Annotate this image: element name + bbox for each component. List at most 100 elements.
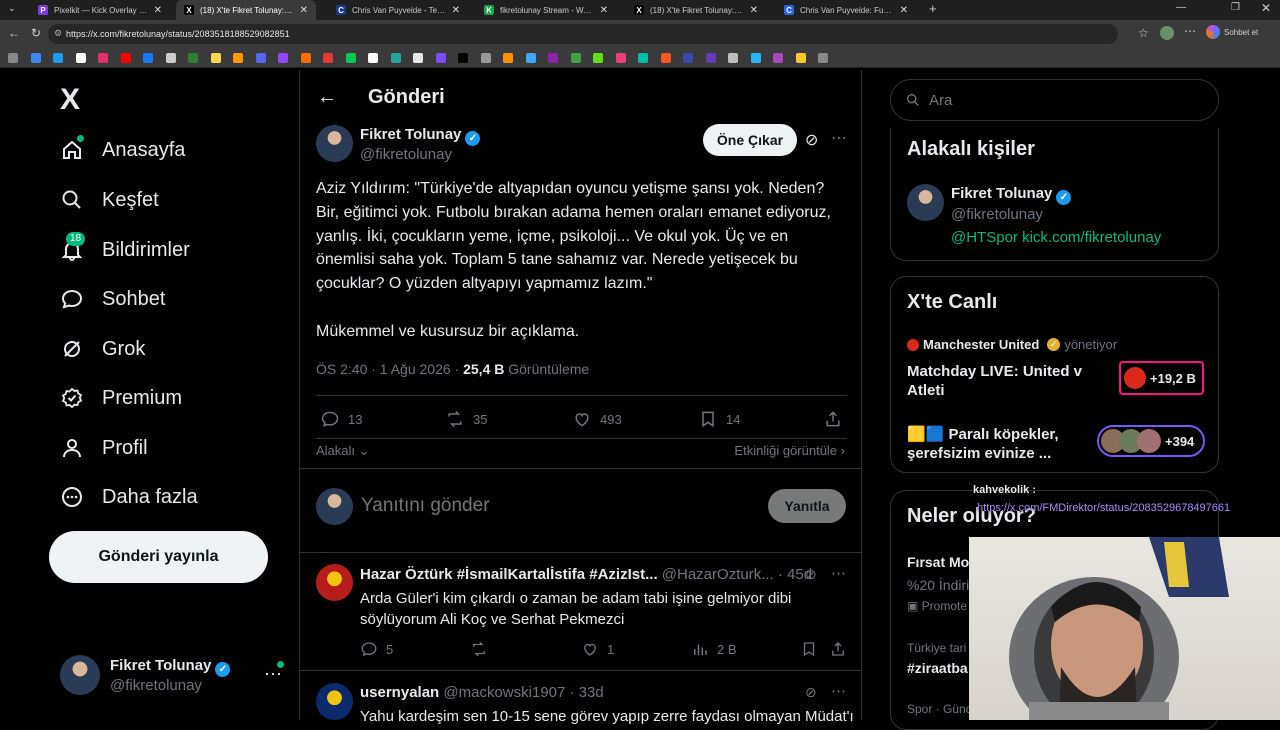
reply-time[interactable]: · 33d (570, 684, 604, 701)
author-avatar[interactable] (316, 125, 353, 162)
nav-item-premium[interactable]: Premium (60, 386, 182, 410)
bookmark-star-icon[interactable]: ☆ (1138, 26, 1149, 40)
nav-item-profile[interactable]: Profil (60, 436, 148, 460)
bookmark-favicon-icon[interactable] (368, 53, 378, 63)
reply-handle[interactable]: @HazarOzturk... (662, 566, 774, 583)
author-handle[interactable]: @fikretolunay (360, 146, 452, 163)
nav-item-notifications[interactable]: 18 Bildirimler (60, 232, 190, 262)
live2-title[interactable]: 🟨🟦 Paralı köpekler, şerefsizim evinize .… (907, 425, 1097, 463)
browser-tab[interactable]: P Pixelkit — Kick Overlay & Bot ✕ (30, 0, 170, 20)
related-name[interactable]: Fikret Tolunay (951, 185, 1052, 202)
bookmark-favicon-icon[interactable] (413, 53, 423, 63)
bookmark-favicon-icon[interactable] (503, 53, 513, 63)
bookmark-favicon-icon[interactable] (75, 53, 86, 63)
nav-item-chat[interactable]: Sohbet (60, 287, 165, 311)
bookmark-action[interactable] (800, 640, 818, 658)
nav-item-grok[interactable]: Grok (60, 337, 145, 361)
bookmark-favicon-icon[interactable] (818, 53, 828, 63)
reply-author[interactable]: usernyalan (360, 684, 439, 701)
grok-icon[interactable]: ⊘ (805, 130, 818, 150)
browser-tab[interactable]: X (18) X'te Fikret Tolunay: "Fenerbahç ✕ (626, 0, 766, 20)
bookmark-favicon-icon[interactable] (458, 53, 468, 63)
bookmark-favicon-icon[interactable] (143, 53, 153, 63)
browser-tab[interactable]: C Chris Van Puyvelde: Futbol Profes ✕ (776, 0, 916, 20)
browser-tab[interactable]: Kfikretolunay Stream - Watch Live o ✕ (476, 0, 616, 20)
maximize-icon[interactable]: ❐ (1231, 2, 1240, 13)
tab-close-icon[interactable]: ✕ (300, 5, 308, 16)
browser-tab[interactable]: X (18) X'te Fikret Tolunay: "Aziz Yıldırı… (176, 0, 316, 20)
bookmark-favicon-icon[interactable] (188, 53, 198, 63)
bookmark-favicon-icon[interactable] (728, 53, 738, 63)
activity-link[interactable]: Etkinliği görüntüle › (734, 443, 845, 458)
bookmark-favicon-icon[interactable] (390, 53, 401, 63)
reply-input[interactable] (361, 491, 741, 521)
bookmark-favicon-icon[interactable] (570, 53, 581, 63)
related-name-row[interactable]: Fikret Tolunay ✓ (951, 185, 1072, 205)
bookmark-favicon-icon[interactable] (435, 53, 446, 63)
share-action[interactable] (823, 409, 843, 429)
share-action[interactable] (829, 640, 847, 658)
bookmark-favicon-icon[interactable] (593, 53, 603, 63)
back-arrow-icon[interactable]: ← (317, 86, 337, 109)
bookmark-favicon-icon[interactable] (233, 53, 243, 63)
account-switcher[interactable]: Fikret Tolunay ✓ @fikretolunay (60, 655, 231, 695)
reply-handle[interactable]: @mackowski1907 (443, 684, 565, 701)
more-options-icon[interactable]: ⋯ (831, 682, 846, 700)
back-icon[interactable]: ← (8, 26, 20, 40)
nav-item-explore[interactable]: Keşfet (60, 188, 159, 212)
profile-avatar-icon[interactable] (1160, 26, 1174, 40)
bookmark-favicon-icon[interactable] (255, 53, 266, 63)
bookmark-favicon-icon[interactable] (773, 53, 783, 63)
bookmark-favicon-icon[interactable] (795, 53, 806, 63)
relevance-dropdown[interactable]: Alakalı ⌄ (316, 443, 370, 459)
bookmark-favicon-icon[interactable] (615, 53, 626, 63)
menu-dots-icon[interactable]: ⋯ (1184, 24, 1196, 38)
bookmark-favicon-icon[interactable] (120, 53, 131, 63)
tab-close-icon[interactable]: ✕ (900, 5, 908, 16)
reply-button[interactable]: Yanıtla (768, 489, 846, 523)
bookmark-favicon-icon[interactable] (98, 53, 108, 63)
tab-close-icon[interactable]: ✕ (600, 5, 608, 16)
author-name-row[interactable]: Fikret Tolunay ✓ (360, 126, 481, 146)
nav-item-home[interactable]: Anasayfa (60, 135, 185, 162)
search-input[interactable] (929, 91, 1189, 109)
tab-close-icon[interactable]: ✕ (750, 5, 758, 16)
bookmark-favicon-icon[interactable] (750, 53, 761, 63)
post-button[interactable]: Gönderi yayınla (49, 531, 268, 583)
nav-item-more[interactable]: Daha fazla (60, 485, 198, 509)
reply-action[interactable]: 5 (360, 640, 393, 658)
bookmark-favicon-icon[interactable] (53, 53, 63, 63)
bookmark-favicon-icon[interactable] (30, 53, 41, 63)
bookmark-favicon-icon[interactable] (323, 53, 333, 63)
tab-list-icon[interactable]: ⌄ (8, 3, 16, 14)
live1-listeners[interactable]: +19,2 B (1119, 361, 1204, 395)
bookmark-favicon-icon[interactable] (345, 53, 356, 63)
bookmark-favicon-icon[interactable] (480, 53, 491, 63)
like-action[interactable]: 493 (572, 409, 622, 429)
bookmark-favicon-icon[interactable] (278, 53, 288, 63)
author-name[interactable]: Fikret Tolunay (360, 126, 461, 143)
x-logo-icon[interactable]: X (60, 83, 80, 117)
bookmark-favicon-icon[interactable] (525, 53, 536, 63)
bookmark-favicon-icon[interactable] (705, 53, 716, 63)
views-action[interactable]: 2 B (691, 640, 737, 658)
bookmark-favicon-icon[interactable] (683, 53, 693, 63)
bookmark-favicon-icon[interactable] (300, 53, 311, 63)
reply-author[interactable]: Hazar Öztürk #İsmailKartalİstifa #AzizIs… (360, 566, 658, 583)
grok-icon[interactable]: ⊘ (805, 684, 817, 701)
repost-action[interactable]: 35 (445, 409, 487, 429)
bookmark-favicon-icon[interactable] (8, 53, 18, 63)
close-window-icon[interactable]: ✕ (1261, 1, 1271, 15)
more-options-icon[interactable]: ⋯ (831, 128, 847, 148)
bookmark-favicon-icon[interactable] (548, 53, 558, 63)
reply-avatar[interactable] (316, 683, 353, 720)
reload-icon[interactable]: ↻ (31, 26, 41, 40)
related-bio[interactable]: @HTSpor kick.com/fikretolunay (951, 229, 1161, 246)
copilot-icon[interactable] (1206, 25, 1220, 39)
site-info-icon[interactable]: ⚙ (54, 28, 62, 39)
bookmark-favicon-icon[interactable] (165, 53, 176, 63)
new-tab-icon[interactable]: + (929, 1, 937, 16)
tab-close-icon[interactable]: ✕ (154, 5, 162, 16)
tab-close-icon[interactable]: ✕ (452, 5, 460, 16)
minimize-icon[interactable]: — (1176, 2, 1186, 13)
